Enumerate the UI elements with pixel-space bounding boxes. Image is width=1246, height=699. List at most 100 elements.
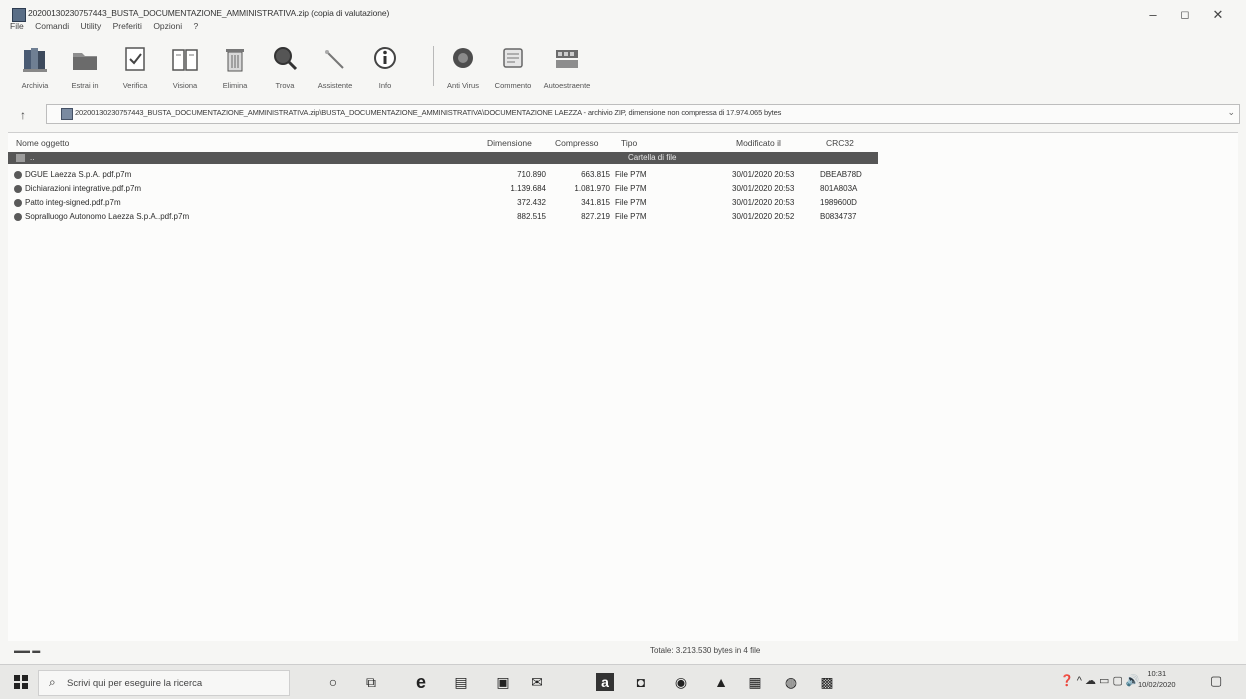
office-icon[interactable]: ◘ xyxy=(632,673,650,691)
autoestraente-button[interactable]: Autoestraente xyxy=(544,40,590,96)
p7m-file-icon xyxy=(14,199,22,207)
sfx-icon xyxy=(556,50,578,68)
amazon-icon[interactable]: a xyxy=(596,673,614,691)
maximize-button[interactable]: ◻ xyxy=(1170,6,1200,24)
assistente-button[interactable]: Assistente xyxy=(315,40,355,96)
file-size: 882.515 xyxy=(517,212,546,221)
archivia-button[interactable]: Archivia xyxy=(15,40,55,96)
up-folder-button[interactable]: ↑ xyxy=(20,108,26,122)
column-header-size[interactable]: Dimensione xyxy=(487,138,532,148)
taskbar-search-input[interactable]: ⌕ Scrivi qui per eseguire la ricerca xyxy=(38,670,290,696)
column-header-modified[interactable]: Modificato il xyxy=(736,138,781,148)
status-bar: ▬▬ ▬ Totale: 3.213.530 bytes in 4 file xyxy=(0,644,1246,660)
address-bar[interactable]: 20200130230757443_BUSTA_DOCUMENTAZIONE_A… xyxy=(46,104,1240,124)
toolbar: Archivia Estrai in Verifica Visiona Elim… xyxy=(15,40,655,96)
wizard-wand-icon xyxy=(325,50,344,69)
estrai-in-button[interactable]: Estrai in xyxy=(65,40,105,96)
menu-opzioni[interactable]: Opzioni xyxy=(153,21,182,31)
close-button[interactable]: ✕ xyxy=(1203,6,1233,24)
trash-bin-icon xyxy=(226,49,244,72)
p7m-file-icon xyxy=(14,185,22,193)
commento-button[interactable]: Commento xyxy=(493,40,533,96)
task-view-icon[interactable]: ⧉ xyxy=(362,673,380,691)
file-name: Patto integ-signed.pdf.p7m xyxy=(25,198,121,207)
search-placeholder: Scrivi qui per eseguire la ricerca xyxy=(67,678,203,689)
file-modified: 30/01/2020 20:53 xyxy=(732,184,795,193)
file-packed: 827.219 xyxy=(581,212,610,221)
archive-books-icon xyxy=(23,48,47,72)
file-type: File P7M xyxy=(615,184,647,193)
mail-icon[interactable]: ✉ xyxy=(528,673,546,691)
column-header-name[interactable]: Nome oggetto xyxy=(16,138,69,148)
folder-extract-icon xyxy=(73,53,97,70)
file-modified: 30/01/2020 20:53 xyxy=(732,170,795,179)
browser-icon[interactable]: ◍ xyxy=(782,673,800,691)
table-row[interactable]: Dichiarazioni integrative.pdf.p7m 1.139.… xyxy=(8,183,1238,195)
file-crc: B0834737 xyxy=(820,212,857,221)
estrai-in-label: Estrai in xyxy=(71,81,99,90)
file-name: Sopralluogo Autonomo Laezza S.p.A..pdf.p… xyxy=(25,212,190,221)
column-headers: Nome oggetto Dimensione Compresso Tipo M… xyxy=(8,135,1238,151)
file-name: DGUE Laezza S.p.A. pdf.p7m xyxy=(25,170,132,179)
menu-file[interactable]: File xyxy=(10,21,24,31)
verifica-button[interactable]: Verifica xyxy=(115,40,155,96)
p7m-file-icon xyxy=(14,171,22,179)
table-row[interactable]: Sopralluogo Autonomo Laezza S.p.A..pdf.p… xyxy=(8,211,1238,223)
clock[interactable]: 10:31 10/02/2020 xyxy=(1138,668,1176,690)
parent-folder-type: Cartella di file xyxy=(628,153,677,162)
file-packed: 663.815 xyxy=(581,170,610,179)
app-icon[interactable]: ▦ xyxy=(746,673,764,691)
drive-icon[interactable]: ▲ xyxy=(712,673,730,691)
trova-label: Trova xyxy=(275,81,295,90)
antivirus-button[interactable]: Anti Virus xyxy=(443,40,483,96)
column-header-type[interactable]: Tipo xyxy=(621,138,637,148)
store-icon[interactable]: ▣ xyxy=(494,673,512,691)
winrar-window: 20200130230757443_BUSTA_DOCUMENTAZIONE_A… xyxy=(0,0,1246,699)
file-crc: 1989600D xyxy=(820,198,857,207)
edge-icon[interactable]: e xyxy=(412,673,430,691)
file-list: Nome oggetto Dimensione Compresso Tipo M… xyxy=(8,132,1238,641)
notification-icon[interactable]: ▢ xyxy=(1210,673,1222,689)
winrar-taskbar-icon[interactable]: ▩ xyxy=(818,673,836,691)
status-indicator: ▬▬ ▬ xyxy=(14,646,41,655)
file-size: 1.139.684 xyxy=(510,184,546,193)
cortana-icon[interactable]: ○ xyxy=(324,673,342,691)
antivirus-label: Anti Virus xyxy=(447,81,479,90)
menu-utility[interactable]: Utility xyxy=(80,21,101,31)
folder-up-icon xyxy=(16,154,25,162)
file-packed: 1.081.970 xyxy=(574,184,610,193)
autoestraente-label: Autoestraente xyxy=(543,81,591,90)
menu-help[interactable]: ? xyxy=(194,21,199,31)
system-tray-icons[interactable]: ❓ ^ ☁ ▭ ▢ 🔊 xyxy=(1060,674,1140,687)
trova-button[interactable]: Trova xyxy=(265,40,305,96)
assistente-label: Assistente xyxy=(317,81,353,90)
p7m-file-icon xyxy=(14,213,22,221)
menu-preferiti[interactable]: Preferiti xyxy=(113,21,142,31)
parent-folder-row[interactable]: .. Cartella di file xyxy=(8,152,878,164)
comment-icon xyxy=(503,48,523,68)
file-modified: 30/01/2020 20:53 xyxy=(732,198,795,207)
file-packed: 341.815 xyxy=(581,198,610,207)
visiona-label: Visiona xyxy=(172,81,198,90)
status-total: Totale: 3.213.530 bytes in 4 file xyxy=(650,646,761,655)
table-row[interactable]: Patto integ-signed.pdf.p7m 372.432 341.8… xyxy=(8,197,1238,209)
file-explorer-icon[interactable]: ▤ xyxy=(452,673,470,691)
column-header-crc[interactable]: CRC32 xyxy=(826,138,854,148)
menu-comandi[interactable]: Comandi xyxy=(35,21,69,31)
column-header-packed[interactable]: Compresso xyxy=(555,138,598,148)
file-type: File P7M xyxy=(615,212,647,221)
info-label: Info xyxy=(378,81,392,90)
elimina-label: Elimina xyxy=(222,81,248,90)
chrome-icon[interactable]: ◉ xyxy=(672,673,690,691)
file-size: 372.432 xyxy=(517,198,546,207)
info-button[interactable]: Info xyxy=(365,40,405,96)
windows-start-icon[interactable] xyxy=(14,675,28,689)
file-name: Dichiarazioni integrative.pdf.p7m xyxy=(25,184,142,193)
visiona-button[interactable]: Visiona xyxy=(165,40,205,96)
elimina-button[interactable]: Elimina xyxy=(215,40,255,96)
table-row[interactable]: DGUE Laezza S.p.A. pdf.p7m 710.890 663.8… xyxy=(8,169,1238,181)
file-type: File P7M xyxy=(615,170,647,179)
minimize-button[interactable]: – xyxy=(1138,6,1168,24)
window-title: 20200130230757443_BUSTA_DOCUMENTAZIONE_A… xyxy=(28,8,390,18)
chevron-down-icon[interactable]: ⌄ xyxy=(1227,107,1235,118)
